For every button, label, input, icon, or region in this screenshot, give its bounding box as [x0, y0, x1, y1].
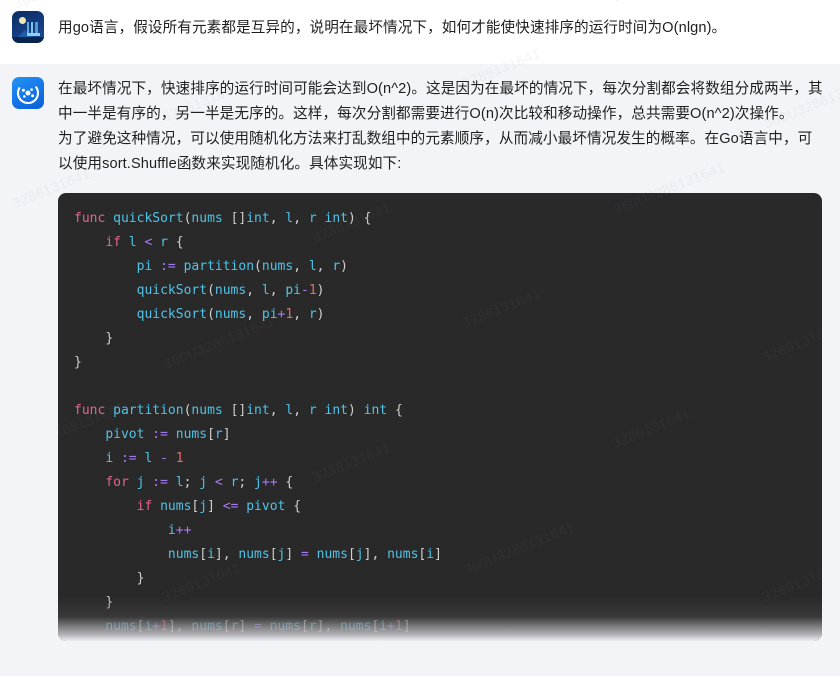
user-message-body: 用go语言，假设所有元素都是互异的，说明在最坏情况下，如何才能使快速排序的运行时… [58, 11, 826, 41]
skyline-icon [27, 22, 40, 36]
code-block[interactable]: func quickSort(nums []int, l, r int) { i… [58, 193, 822, 641]
ground-shape [12, 37, 44, 43]
assistant-message-row: 在最坏情况下，快速排序的运行时间可能会达到O(n^2)。这是因为在最坏的情况下，… [0, 64, 840, 676]
assistant-paragraph-2: 为了避免这种情况，可以使用随机化方法来打乱数组中的元素顺序，从而减小最坏情况发生… [58, 131, 813, 172]
assistant-paragraph-1: 在最坏情况下，快速排序的运行时间可能会达到O(n^2)。这是因为在最坏的情况下，… [58, 81, 823, 122]
chat-thread: 用go语言，假设所有元素都是互异的，说明在最坏情况下，如何才能使快速排序的运行时… [0, 0, 840, 676]
moon-icon [19, 17, 26, 24]
assistant-avatar-logo[interactable] [12, 77, 44, 109]
user-avatar-night-landscape[interactable] [12, 11, 44, 43]
user-message-row: 用go语言，假设所有元素都是互异的，说明在最坏情况下，如何才能使快速排序的运行时… [0, 0, 840, 64]
assistant-message-body: 在最坏情况下，快速排序的运行时间可能会达到O(n^2)。这是因为在最坏的情况下，… [58, 77, 826, 641]
user-message-text: 用go语言，假设所有元素都是互异的，说明在最坏情况下，如何才能使快速排序的运行时… [58, 20, 727, 36]
code-block-content: func quickSort(nums []int, l, r int) { i… [74, 211, 442, 634]
